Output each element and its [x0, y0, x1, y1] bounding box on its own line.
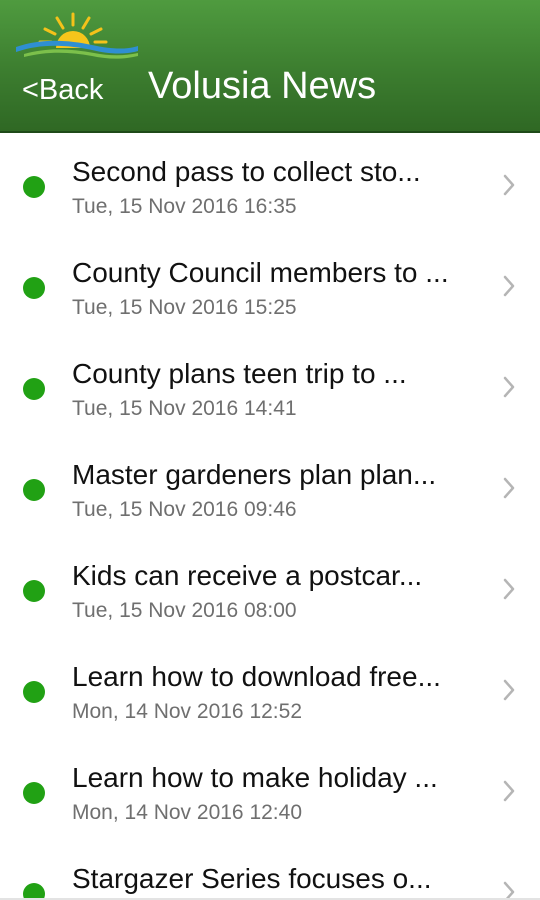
- news-list-item[interactable]: County plans teen trip to ... Tue, 15 No…: [0, 335, 540, 436]
- unread-status-dot: [23, 681, 45, 703]
- chevron-right-icon: [503, 275, 515, 297]
- unread-status-dot: [23, 277, 45, 299]
- chevron-right-icon: [503, 780, 515, 802]
- app-screen: <Back Volusia News Second pass to collec…: [0, 0, 540, 900]
- unread-status-dot: [23, 580, 45, 602]
- news-item-date: Tue, 15 Nov 2016 15:25: [72, 296, 297, 319]
- back-button[interactable]: <Back: [22, 70, 103, 110]
- news-item-date: Tue, 15 Nov 2016 09:46: [72, 498, 297, 521]
- chevron-right-icon: [503, 578, 515, 600]
- news-item-date: Tue, 15 Nov 2016 14:41: [72, 397, 297, 420]
- news-list-item[interactable]: Kids can receive a postcar... Tue, 15 No…: [0, 537, 540, 638]
- page-title: Volusia News: [148, 65, 377, 107]
- news-list-item[interactable]: Master gardeners plan plan... Tue, 15 No…: [0, 436, 540, 537]
- unread-status-dot: [23, 378, 45, 400]
- news-list-item[interactable]: Second pass to collect sto... Tue, 15 No…: [0, 133, 540, 234]
- news-item-date: Mon, 14 Nov 2016 12:40: [72, 801, 302, 824]
- news-item-date: Mon, 14 Nov 2016 12:52: [72, 700, 302, 723]
- unread-status-dot: [23, 782, 45, 804]
- news-list-item[interactable]: Learn how to make holiday ... Mon, 14 No…: [0, 739, 540, 840]
- news-item-title: Learn how to download free...: [72, 661, 441, 692]
- unread-status-dot: [23, 479, 45, 501]
- news-item-title: Learn how to make holiday ...: [72, 762, 438, 793]
- news-item-title: Kids can receive a postcar...: [72, 560, 423, 591]
- chevron-right-icon: [503, 477, 515, 499]
- sun-over-waves-logo-icon: [16, 12, 138, 59]
- news-item-date: Tue, 15 Nov 2016 08:00: [72, 599, 297, 622]
- chevron-right-icon: [503, 881, 515, 900]
- news-item-title: Master gardeners plan plan...: [72, 459, 437, 490]
- news-list-item[interactable]: County Council members to ... Tue, 15 No…: [0, 234, 540, 335]
- news-item-title: County plans teen trip to ...: [72, 358, 407, 389]
- news-item-title: Second pass to collect sto...: [72, 156, 421, 187]
- chevron-right-icon: [503, 679, 515, 701]
- chevron-right-icon: [503, 174, 515, 196]
- news-list-item[interactable]: Stargazer Series focuses o...: [0, 840, 540, 900]
- news-item-date: Tue, 15 Nov 2016 16:35: [72, 195, 297, 218]
- chevron-right-icon: [503, 376, 515, 398]
- news-item-title: County Council members to ...: [72, 257, 449, 288]
- news-item-title: Stargazer Series focuses o...: [72, 863, 432, 894]
- news-list: Second pass to collect sto... Tue, 15 No…: [0, 133, 540, 900]
- news-list-item[interactable]: Learn how to download free... Mon, 14 No…: [0, 638, 540, 739]
- unread-status-dot: [23, 176, 45, 198]
- app-header: <Back Volusia News: [0, 0, 540, 133]
